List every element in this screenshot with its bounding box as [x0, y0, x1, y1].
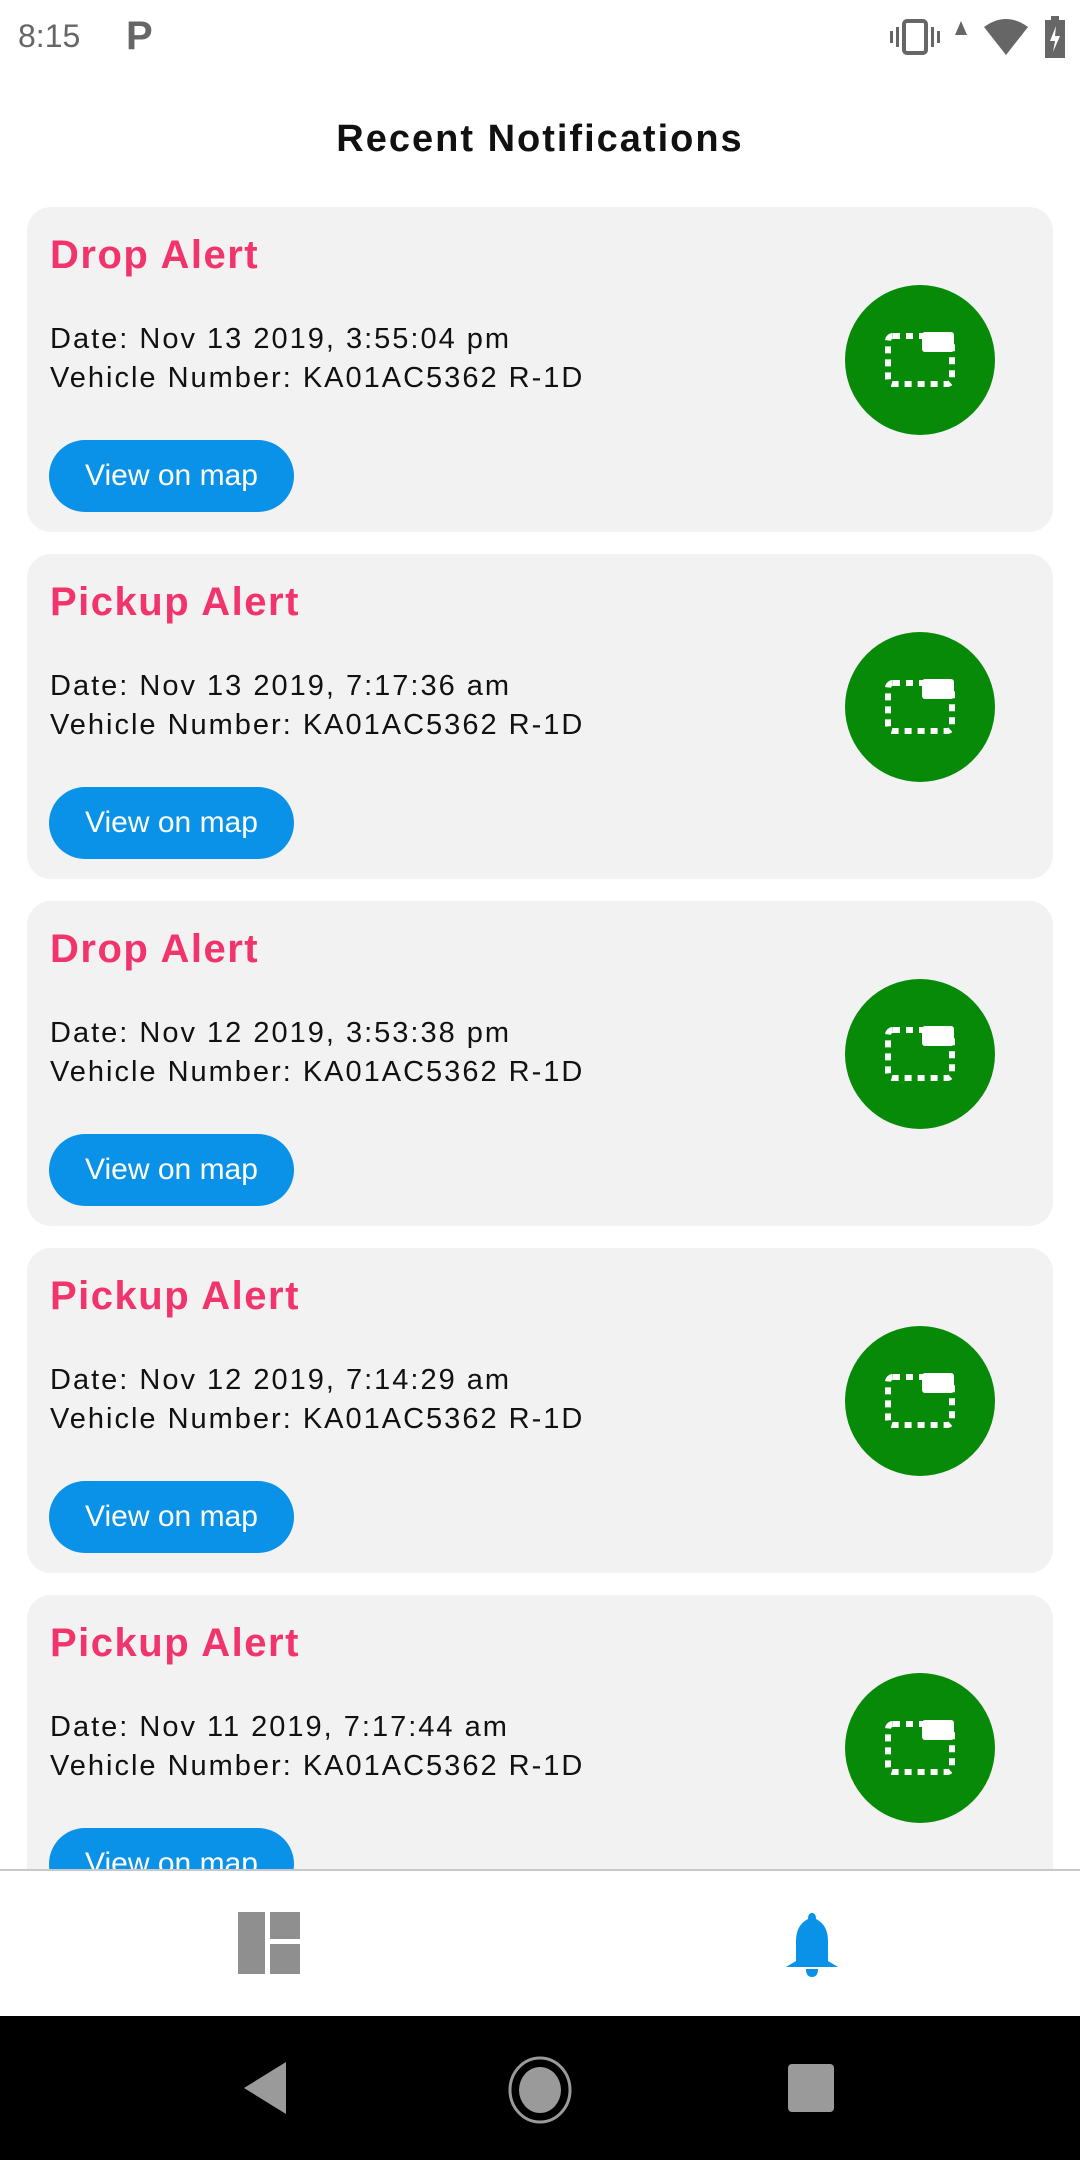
alert-icon-circle	[845, 1673, 995, 1823]
battery-charging-icon	[1045, 16, 1065, 58]
dashboard-icon[interactable]	[238, 1912, 300, 1974]
recents-icon[interactable]	[788, 2064, 834, 2112]
alert-title: Drop Alert	[50, 927, 260, 971]
notification-card: Drop Alert Date: Nov 13 2019, 3:55:04 pm…	[27, 207, 1053, 532]
view-on-map-button[interactable]: View on map	[49, 1481, 294, 1553]
signal-icon	[955, 21, 967, 35]
picture-in-picture-icon	[885, 1373, 955, 1428]
notification-card: Pickup Alert Date: Nov 13 2019, 7:17:36 …	[27, 554, 1053, 879]
notification-list[interactable]: Drop Alert Date: Nov 13 2019, 3:55:04 pm…	[27, 207, 1053, 1869]
app-notification-icon: P	[126, 14, 153, 58]
picture-in-picture-icon	[885, 1720, 955, 1775]
bottom-nav	[0, 1871, 1080, 2016]
status-bar: 8:15 P	[0, 0, 1080, 76]
vehicle-number: Vehicle Number: KA01AC5362 R-1D	[50, 1403, 585, 1435]
view-on-map-button[interactable]: View on map	[49, 440, 294, 512]
alert-date: Date: Nov 12 2019, 3:53:38 pm	[50, 1017, 512, 1049]
view-on-map-button[interactable]: View on map	[49, 787, 294, 859]
vehicle-number: Vehicle Number: KA01AC5362 R-1D	[50, 362, 585, 394]
wifi-icon	[984, 19, 1028, 55]
alert-icon-circle	[845, 979, 995, 1129]
vehicle-number: Vehicle Number: KA01AC5362 R-1D	[50, 709, 585, 741]
picture-in-picture-icon	[885, 1026, 955, 1081]
vehicle-number: Vehicle Number: KA01AC5362 R-1D	[50, 1056, 585, 1088]
vibrate-icon	[890, 19, 940, 55]
home-icon[interactable]	[508, 2056, 572, 2124]
alert-title: Pickup Alert	[50, 1274, 300, 1318]
page-title: Recent Notifications	[336, 118, 744, 160]
vehicle-number: Vehicle Number: KA01AC5362 R-1D	[50, 1750, 585, 1782]
alert-date: Date: Nov 13 2019, 3:55:04 pm	[50, 323, 512, 355]
alert-title: Pickup Alert	[50, 580, 300, 624]
view-on-map-button[interactable]: View on map	[49, 1134, 294, 1206]
back-icon[interactable]	[244, 2062, 288, 2114]
alert-date: Date: Nov 13 2019, 7:17:36 am	[50, 670, 512, 702]
status-time: 8:15	[18, 18, 81, 54]
alert-icon-circle	[845, 632, 995, 782]
alert-icon-circle	[845, 285, 995, 435]
alert-date: Date: Nov 12 2019, 7:14:29 am	[50, 1364, 512, 1396]
alert-title: Pickup Alert	[50, 1621, 300, 1665]
bell-icon[interactable]	[784, 1911, 840, 1977]
alert-date: Date: Nov 11 2019, 7:17:44 am	[50, 1711, 509, 1743]
alert-title: Drop Alert	[50, 233, 260, 277]
view-on-map-button[interactable]: View on map	[49, 1828, 294, 1869]
notification-card: Pickup Alert Date: Nov 11 2019, 7:17:44 …	[27, 1595, 1053, 1869]
picture-in-picture-icon	[885, 332, 955, 387]
alert-icon-circle	[845, 1326, 995, 1476]
system-nav-bar	[0, 2016, 1080, 2160]
picture-in-picture-icon	[885, 679, 955, 734]
notification-card: Pickup Alert Date: Nov 12 2019, 7:14:29 …	[27, 1248, 1053, 1573]
notification-card: Drop Alert Date: Nov 12 2019, 3:53:38 pm…	[27, 901, 1053, 1226]
